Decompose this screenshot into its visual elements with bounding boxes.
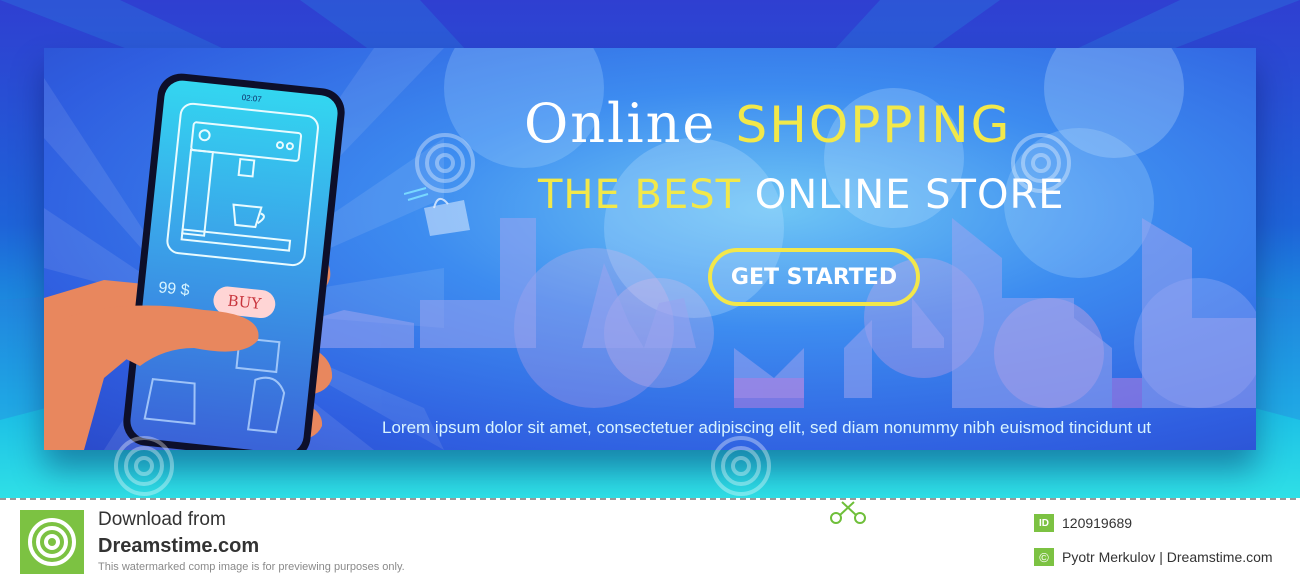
id-badge: ID (1034, 514, 1054, 532)
promo-banner: Online SHOPPING THE BEST ONLINE STORE GE… (44, 48, 1256, 450)
spiral-icon (28, 518, 76, 566)
get-started-button[interactable]: GET STARTED (708, 248, 920, 306)
headline-subtitle: THE BEST ONLINE STORE (538, 172, 1065, 218)
subtitle-the-best: THE BEST (538, 172, 742, 218)
copyright-icon: © (1034, 548, 1054, 566)
footer-bar: Download from Dreamstime.com This waterm… (0, 498, 1300, 587)
thumb-illustration (64, 305, 259, 366)
subtitle-online-store: ONLINE STORE (754, 172, 1065, 218)
site-name[interactable]: Dreamstime.com (98, 535, 259, 558)
headline-title: Online SHOPPING (524, 92, 1224, 155)
image-id: 120919689 (1062, 515, 1133, 531)
lorem-text: Lorem ipsum dolor sit amet, consectetuer… (382, 418, 1152, 437)
headline-shopping: SHOPPING (735, 96, 1012, 154)
shopping-bag-icon (404, 187, 470, 236)
download-from-text: Download from (98, 509, 226, 530)
cut-line (0, 498, 1300, 500)
top-background: Online SHOPPING THE BEST ONLINE STORE GE… (0, 0, 1300, 498)
preview-note: This watermarked comp image is for previ… (98, 561, 405, 573)
dreamstime-logo (20, 510, 84, 574)
scissors-icon (830, 501, 866, 524)
author-credit: Pyotr Merkulov | Dreamstime.com (1062, 549, 1273, 565)
headline-online: Online (524, 92, 717, 155)
